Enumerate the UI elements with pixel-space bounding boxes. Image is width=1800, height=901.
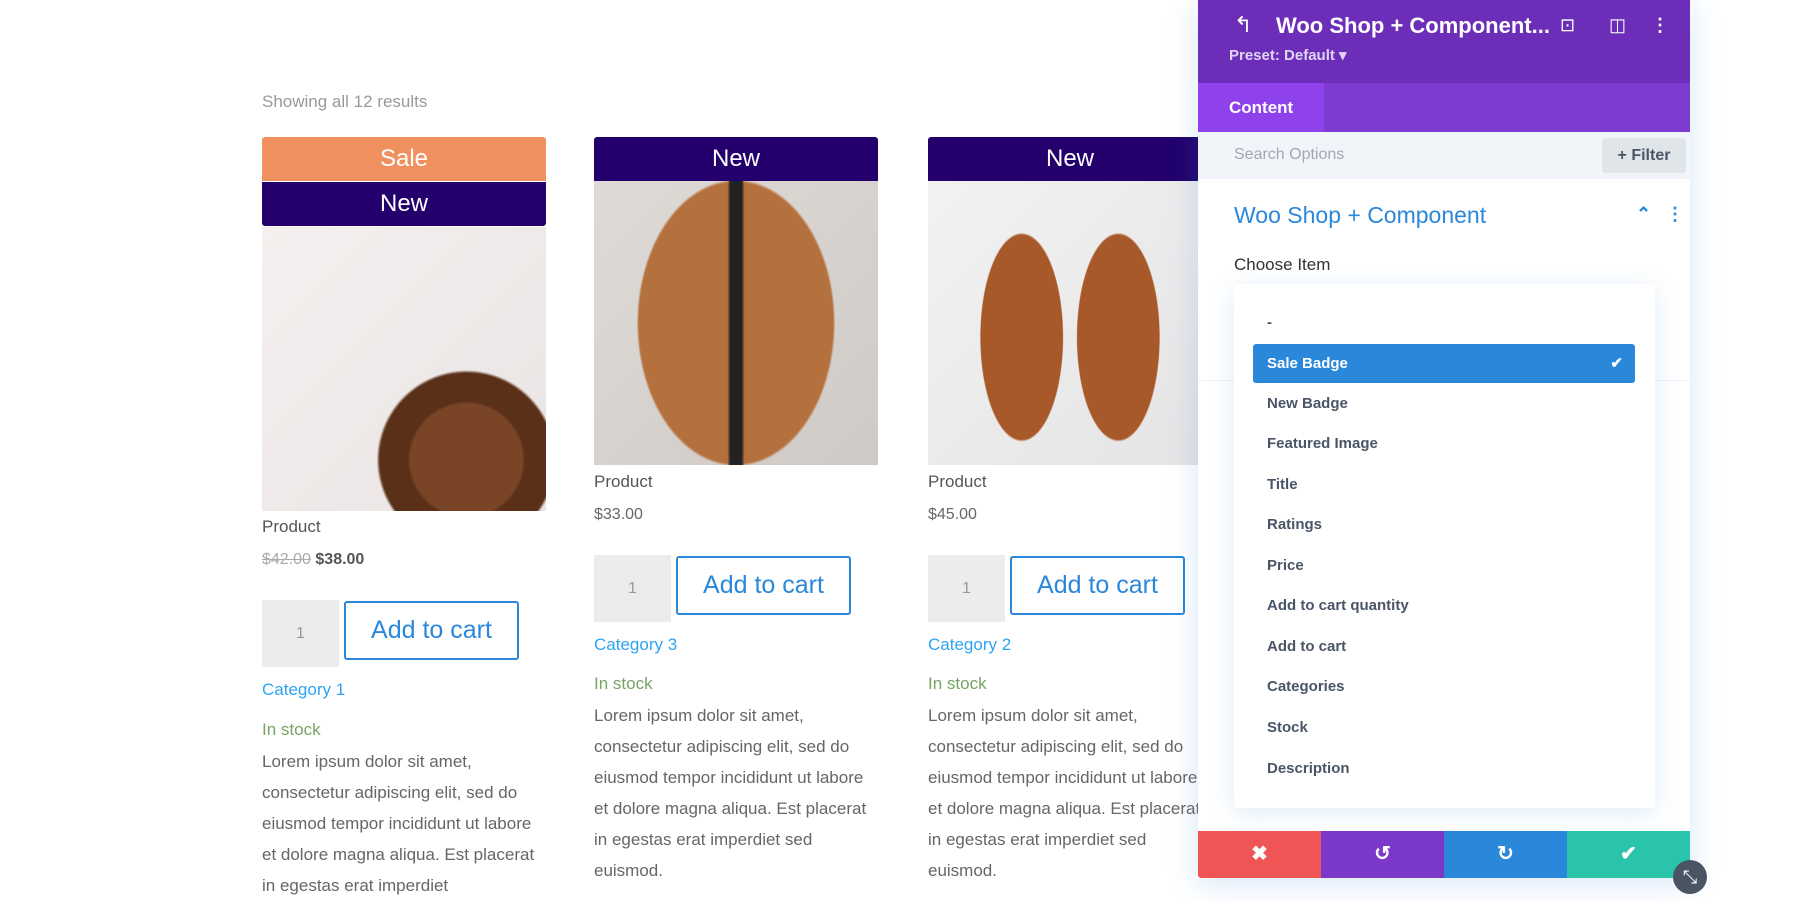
add-to-cart-button[interactable]: Add to cart — [676, 556, 851, 615]
search-input[interactable]: Search Options — [1234, 146, 1344, 164]
add-to-cart-button[interactable]: Add to cart — [344, 601, 519, 660]
dropdown-option[interactable]: Title — [1253, 465, 1635, 504]
product-price: $45.00 — [928, 506, 977, 523]
stock-status: In stock — [594, 674, 653, 693]
more-options-icon[interactable]: ⋮ — [1651, 15, 1669, 36]
check-icon: ✔ — [1620, 843, 1637, 865]
product-description: Lorem ipsum dolor sit amet, consectetur … — [262, 752, 535, 895]
redo-icon: ↻ — [1497, 843, 1514, 865]
category-link[interactable]: Category 1 — [262, 680, 345, 700]
filter-button[interactable]: + Filter — [1602, 138, 1686, 173]
dropdown-option[interactable]: Categories — [1253, 667, 1635, 706]
quantity-input[interactable]: 1 — [928, 555, 1005, 622]
close-icon: ✖ — [1251, 843, 1268, 865]
new-badge: New — [262, 182, 546, 226]
choose-item-dropdown[interactable]: - Sale Badge ✔ New Badge Featured Image T… — [1234, 284, 1655, 808]
quantity-input[interactable]: 1 — [594, 555, 671, 622]
sale-price: $38.00 — [315, 551, 365, 568]
product-price: $42.00 $38.00 — [262, 551, 364, 569]
product-description: Lorem ipsum dolor sit amet, consectetur … — [928, 706, 1201, 880]
preset-dropdown[interactable]: Preset: Default ▾ — [1229, 46, 1347, 64]
product-price: $33.00 — [594, 506, 643, 523]
product-title[interactable]: Product — [928, 472, 987, 492]
new-badge: New — [594, 137, 878, 181]
product-title[interactable]: Product — [262, 517, 321, 537]
dropdown-option[interactable]: - — [1253, 303, 1635, 342]
category-link[interactable]: Category 2 — [928, 635, 1011, 655]
dropdown-option[interactable]: Featured Image — [1253, 424, 1635, 463]
add-to-cart-button[interactable]: Add to cart — [1010, 556, 1185, 615]
dropdown-option[interactable]: New Badge — [1253, 384, 1635, 423]
section-title[interactable]: Woo Shop + Component — [1234, 202, 1486, 229]
undo-button[interactable]: ↺ — [1321, 831, 1444, 878]
product-description: Lorem ipsum dolor sit amet, consectetur … — [594, 706, 867, 880]
panel-title: Woo Shop + Component... — [1276, 13, 1550, 38]
dropdown-option[interactable]: Stock — [1253, 708, 1635, 747]
cancel-button[interactable]: ✖ — [1198, 831, 1321, 878]
option-label: Sale Badge — [1267, 355, 1348, 372]
focus-icon[interactable]: ⊡ — [1560, 15, 1575, 36]
redo-button[interactable]: ↻ — [1444, 831, 1567, 878]
product-title[interactable]: Product — [594, 472, 653, 492]
sale-badge: Sale — [262, 137, 546, 181]
save-button[interactable]: ✔ — [1567, 831, 1690, 878]
category-link[interactable]: Category 3 — [594, 635, 677, 655]
check-icon: ✔ — [1610, 355, 1623, 372]
results-count: Showing all 12 results — [262, 92, 428, 111]
new-badge: New — [928, 137, 1212, 181]
chevron-up-icon[interactable]: ⌃ — [1636, 204, 1651, 225]
tab-content[interactable]: Content — [1198, 83, 1324, 132]
section-menu-icon[interactable]: ⋮ — [1666, 204, 1684, 225]
tab-bar: Content — [1198, 83, 1690, 132]
old-price: $42.00 — [262, 551, 311, 568]
settings-panel: ↰ Woo Shop + Component... ⊡ ◫ ⋮ Preset: … — [1198, 0, 1690, 878]
dropdown-option-selected[interactable]: Sale Badge ✔ — [1253, 344, 1635, 383]
stock-status: In stock — [928, 674, 987, 693]
dropdown-option[interactable]: Price — [1253, 546, 1635, 585]
quantity-input[interactable]: 1 — [262, 600, 339, 667]
stock-status: In stock — [262, 720, 321, 739]
resize-handle-icon[interactable]: ⤡ — [1673, 860, 1707, 894]
panel-header: ↰ Woo Shop + Component... ⊡ ◫ ⋮ Preset: … — [1198, 0, 1690, 83]
product-image[interactable] — [594, 181, 878, 465]
dropdown-option[interactable]: Add to cart quantity — [1253, 586, 1635, 625]
layout-icon[interactable]: ◫ — [1609, 15, 1626, 36]
back-arrow-icon[interactable]: ↰ — [1234, 12, 1252, 38]
undo-icon: ↺ — [1374, 843, 1391, 865]
product-image[interactable] — [928, 181, 1212, 465]
dropdown-option[interactable]: Description — [1253, 749, 1635, 788]
dropdown-option[interactable]: Ratings — [1253, 505, 1635, 544]
dropdown-option[interactable]: Add to cart — [1253, 627, 1635, 666]
field-label: Choose Item — [1234, 255, 1331, 274]
product-image[interactable] — [262, 227, 546, 511]
search-bar: Search Options + Filter — [1198, 132, 1690, 179]
